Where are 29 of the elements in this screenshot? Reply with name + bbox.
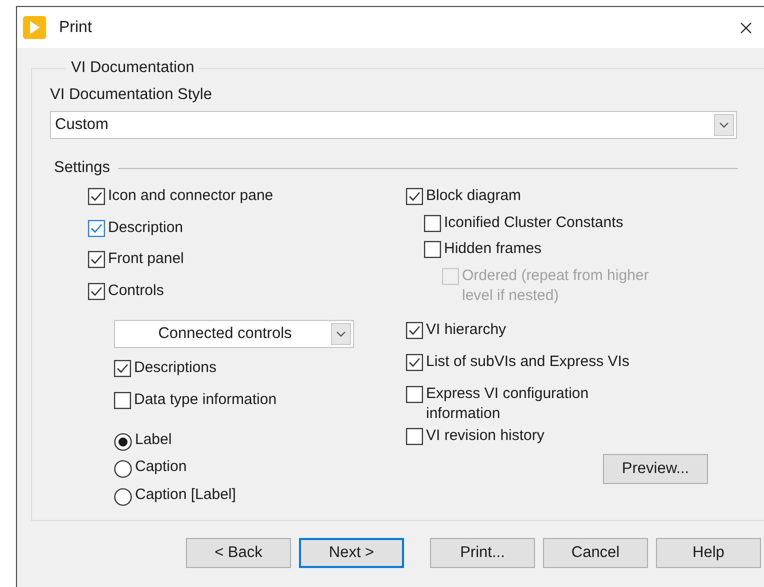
- dialog-button[interactable]: < Back: [186, 538, 291, 568]
- checkbox-label: Express VI configuration information: [426, 384, 590, 424]
- preview-button[interactable]: Preview...: [603, 454, 708, 484]
- radio-label: Label: [135, 430, 172, 450]
- dialog-button[interactable]: Print...: [430, 538, 535, 568]
- checkbox-label: Icon and connector pane: [108, 186, 274, 206]
- checkbox-label: Hidden frames: [444, 239, 542, 259]
- checkbox-label: Ordered (repeat from higher level if nested): [462, 266, 650, 306]
- dialog-button[interactable]: Cancel: [543, 538, 648, 568]
- checkbox-label: List of subVIs and Express VIs: [426, 352, 630, 372]
- group-title: VI Documentation: [70, 59, 196, 77]
- checkbox-label: Descriptions: [134, 358, 217, 378]
- checkbox-label: Iconified Cluster Constants: [444, 212, 624, 232]
- checkbox-label: VI revision history: [426, 426, 544, 446]
- window-title: Print: [59, 18, 93, 36]
- field-label: VI Documentation Style: [50, 86, 213, 105]
- dialog-button[interactable]: Next >: [299, 538, 404, 568]
- checkbox-label: Description: [108, 218, 184, 238]
- checkbox-label: Controls: [108, 280, 164, 300]
- section-label: Settings: [54, 159, 110, 177]
- checkbox-label: Block diagram: [426, 186, 522, 206]
- dialog-button[interactable]: Help: [656, 538, 761, 568]
- controls-dropdown[interactable]: Connected controls: [114, 320, 354, 348]
- checkbox-label: Data type information: [134, 390, 277, 410]
- radio-label: Caption [Label]: [135, 484, 236, 505]
- radio-label: Caption: [135, 457, 187, 478]
- checkbox-label: VI hierarchy: [426, 320, 506, 340]
- checkbox-label: Front panel: [108, 249, 184, 269]
- style-dropdown[interactable]: Custom: [50, 111, 737, 139]
